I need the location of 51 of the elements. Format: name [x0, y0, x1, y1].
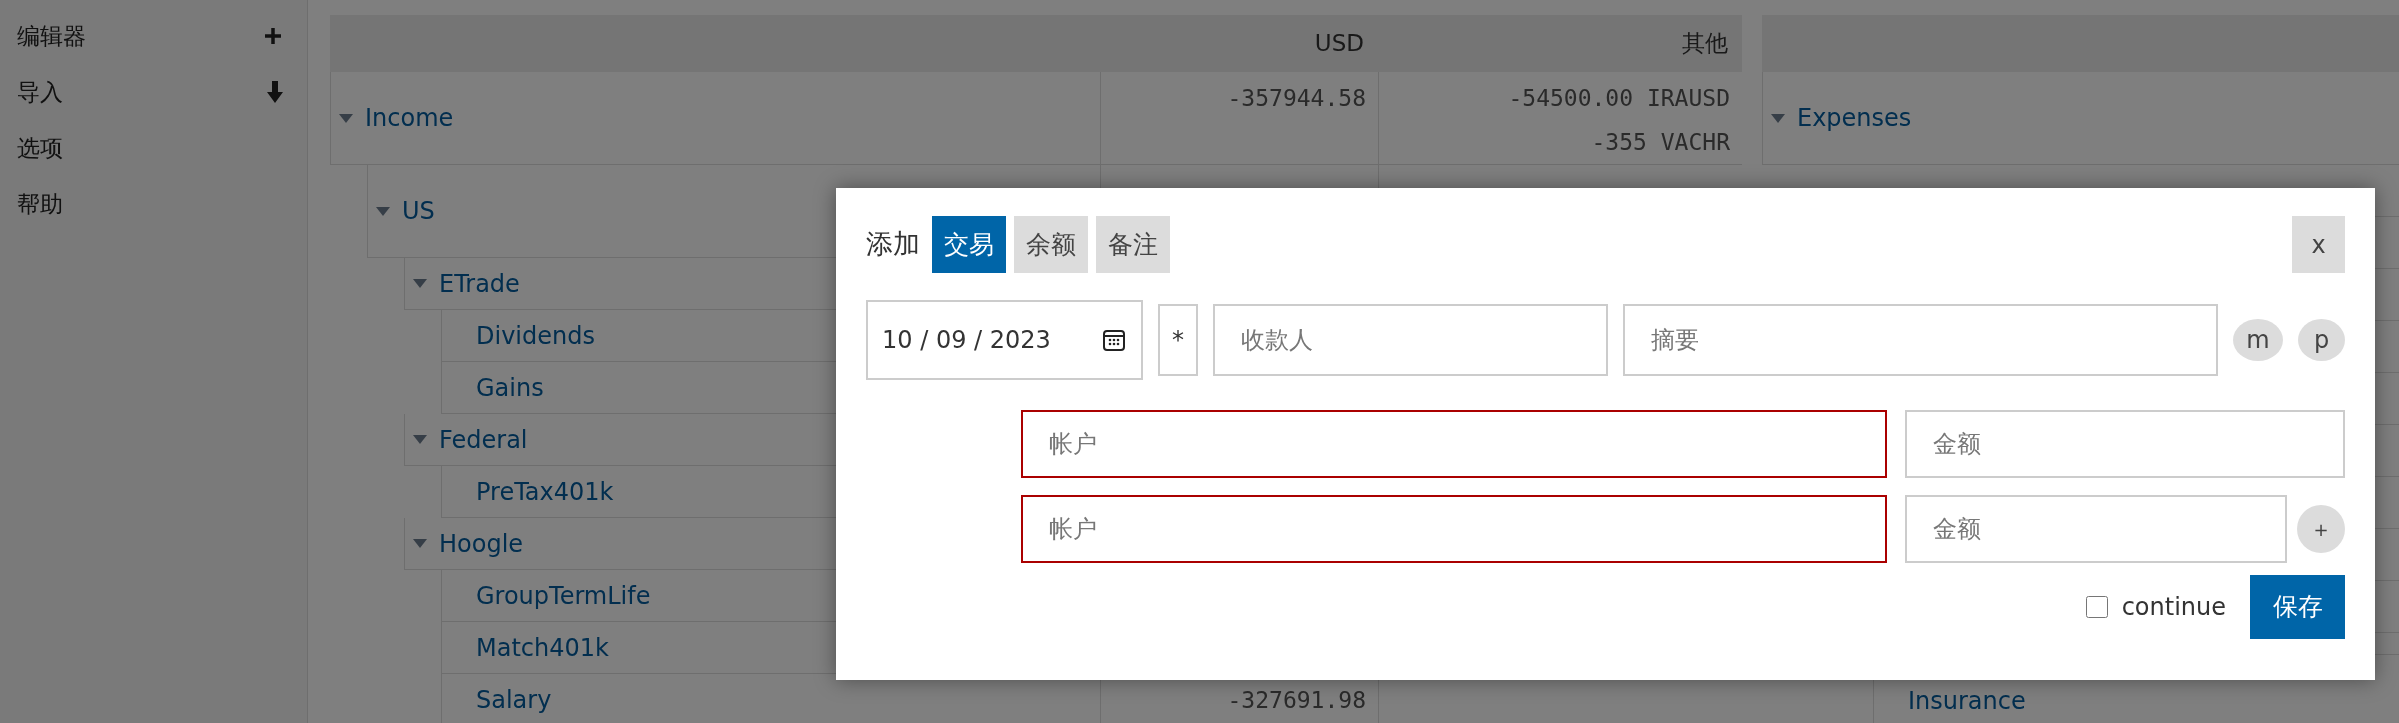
sidebar-item[interactable]: 导入	[17, 74, 63, 110]
account-link[interactable]: Hoogle	[439, 525, 524, 562]
account-link[interactable]: Match401k	[476, 629, 609, 666]
plus-icon[interactable]	[263, 26, 283, 46]
column-header: USD	[1313, 29, 1365, 59]
continue-checkbox[interactable]	[2085, 596, 2108, 618]
toggle-icon[interactable]	[413, 539, 427, 548]
calendar-icon[interactable]	[1103, 329, 1125, 351]
account-link[interactable]: PreTax401k	[476, 473, 614, 510]
sidebar-item[interactable]: 选项	[17, 130, 63, 166]
account-link[interactable]: Salary	[476, 681, 552, 718]
sidebar-item[interactable]: 帮助	[17, 186, 63, 222]
download-icon[interactable]	[267, 80, 283, 104]
date-field[interactable]: 10 / 09 / 2023	[866, 300, 1143, 380]
narration-field[interactable]: 摘要	[1623, 304, 2218, 376]
payee-field[interactable]: 收款人	[1213, 304, 1608, 376]
save-button[interactable]: 保存	[2250, 575, 2345, 639]
toggle-icon[interactable]	[1771, 113, 1785, 123]
toggle-icon[interactable]	[339, 113, 353, 123]
amount-text: -357944.58	[1227, 85, 1366, 111]
account-link[interactable]: US	[402, 193, 435, 229]
account-link[interactable]: Income	[365, 100, 454, 136]
account-field[interactable]: 帐户	[1021, 495, 1887, 563]
amount-text: -54500.00 IRAUSD	[1508, 85, 1730, 111]
close-button[interactable]: x	[2292, 216, 2345, 273]
amount-field[interactable]: 金额	[1905, 410, 2345, 478]
account-link[interactable]: GroupTermLife	[476, 577, 651, 614]
amount-text: -355 VACHR	[1591, 129, 1730, 155]
entry-type-tab[interactable]: 交易	[932, 216, 1006, 273]
account-link[interactable]: Federal	[439, 421, 528, 458]
sidebar-item[interactable]: 编辑器	[17, 18, 86, 54]
column-header: 其他	[1681, 29, 1729, 59]
amount-field[interactable]: 金额	[1905, 495, 2287, 563]
metadata-button[interactable]: m	[2233, 319, 2283, 361]
amount-text: -327691.98	[1227, 687, 1366, 713]
toggle-icon[interactable]	[376, 206, 390, 216]
account-link[interactable]: Expenses	[1797, 100, 1912, 136]
metadata-button[interactable]: p	[2298, 319, 2345, 361]
account-field[interactable]: 帐户	[1021, 410, 1887, 478]
entry-type-tab[interactable]: 备注	[1096, 216, 1170, 273]
dialog-title: 添加	[866, 227, 920, 262]
toggle-icon[interactable]	[413, 435, 427, 444]
account-link[interactable]: ETrade	[439, 265, 520, 302]
flag-field[interactable]: *	[1158, 304, 1198, 376]
entry-type-tab[interactable]: 余额	[1014, 216, 1088, 273]
account-link[interactable]: Dividends	[476, 317, 595, 354]
checkbox-label: continue	[2121, 592, 2226, 623]
account-link[interactable]: Insurance	[1908, 683, 2026, 719]
account-link[interactable]: Gains	[476, 369, 544, 406]
toggle-icon[interactable]	[413, 279, 427, 288]
add-posting-button[interactable]: +	[2297, 505, 2345, 553]
